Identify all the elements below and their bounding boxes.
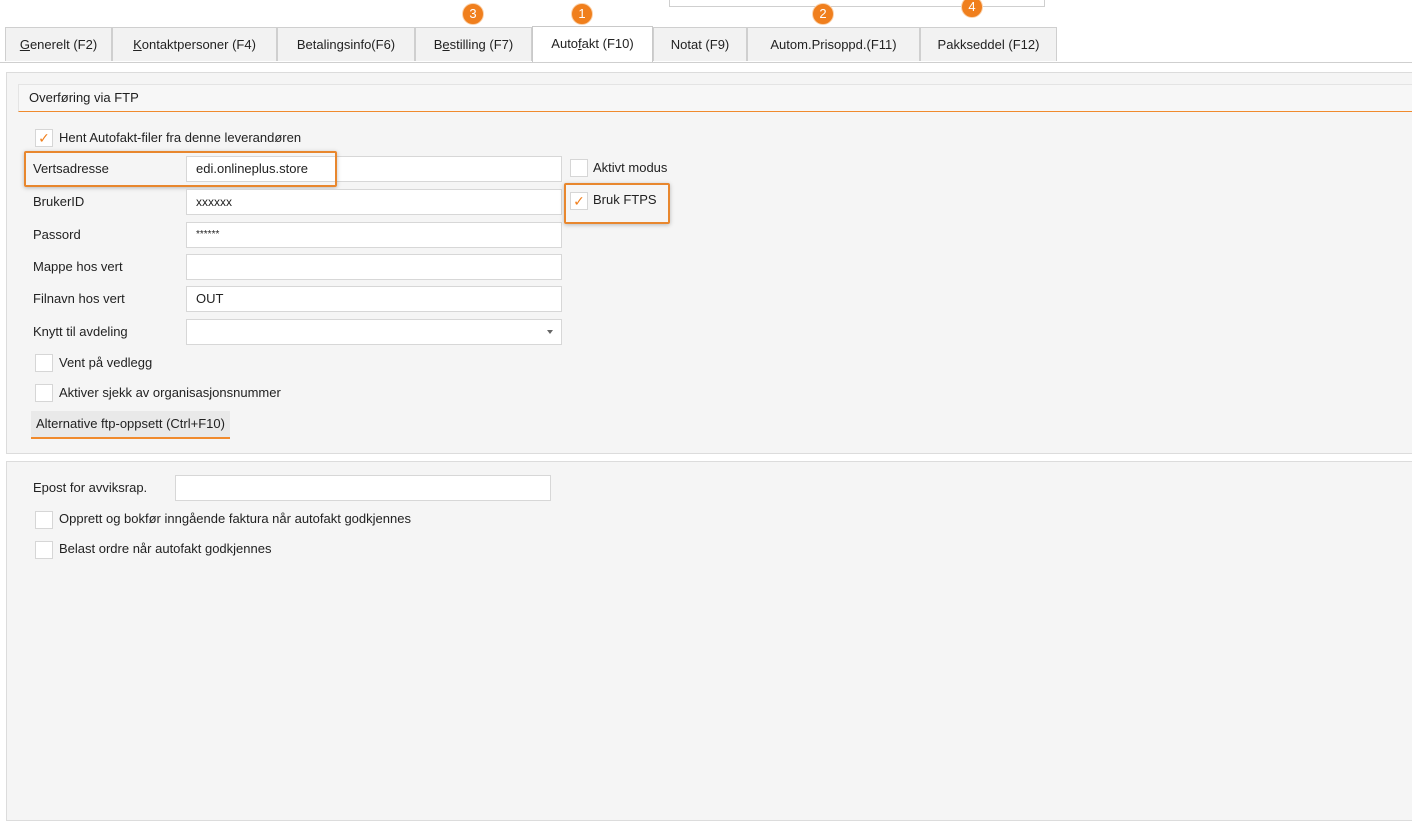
charge-order-label: Belast ordre når autofakt godkjennes	[59, 541, 272, 556]
chevron-down-icon[interactable]	[547, 330, 553, 334]
wait-attachment-checkbox[interactable]	[35, 354, 53, 372]
tab-autom-prisoppd[interactable]: Autom.Prisoppd.(F11)	[747, 27, 920, 61]
password-mask: ******	[196, 229, 220, 240]
fetch-autofakt-label: Hent Autofakt-filer fra denne leverandør…	[59, 130, 302, 145]
email-field[interactable]	[175, 475, 551, 501]
tab-notat[interactable]: Notat (F9)	[653, 27, 747, 61]
filename-field[interactable]: OUT	[186, 286, 562, 312]
tab-kontaktpersoner[interactable]: Kontaktpersoner (F4)	[112, 27, 277, 61]
create-invoice-label: Opprett og bokfør inngående faktura når …	[59, 511, 411, 526]
fetch-autofakt-checkbox[interactable]: ✓	[35, 129, 53, 147]
callout-badge-4: 4	[961, 0, 983, 18]
callout-badge-3: 3	[462, 3, 484, 25]
ftp-section-title: Overføring via FTP	[29, 90, 139, 105]
charge-order-checkbox[interactable]	[35, 541, 53, 559]
tab-betalingsinfo[interactable]: Betalingsinfo(F6)	[277, 27, 415, 61]
org-check-checkbox[interactable]	[35, 384, 53, 402]
active-mode-label: Aktivt modus	[593, 160, 668, 175]
truncated-top-input[interactable]	[669, 0, 1045, 7]
org-check-label: Aktiver sjekk av organisasjonsnummer	[59, 385, 281, 400]
host-highlight-frame	[24, 151, 337, 187]
create-invoice-checkbox[interactable]	[35, 511, 53, 529]
tab-strip: Generelt (F2) Kontaktpersoner (F4) Betal…	[0, 26, 1412, 63]
user-field[interactable]: xxxxxx	[186, 189, 562, 215]
tab-generelt[interactable]: Generelt (F2)	[5, 27, 112, 61]
email-label: Epost for avviksrap.	[33, 480, 148, 495]
department-label: Knytt til avdeling	[33, 324, 128, 339]
active-mode-checkbox[interactable]	[570, 159, 588, 177]
tab-autofakt[interactable]: Autofakt (F10)	[532, 26, 653, 62]
department-select[interactable]	[186, 319, 562, 345]
password-field[interactable]: ******	[186, 222, 562, 248]
folder-label: Mappe hos vert	[33, 259, 123, 274]
tab-bestilling[interactable]: Bestilling (F7)	[415, 27, 532, 61]
checkmark-icon: ✓	[38, 130, 50, 146]
user-label: BrukerID	[33, 194, 85, 209]
tab-divider	[0, 62, 1412, 63]
alternative-ftp-setup-button[interactable]: Alternative ftp-oppsett (Ctrl+F10)	[31, 411, 230, 439]
folder-field[interactable]	[186, 254, 562, 280]
callout-badge-1: 1	[571, 3, 593, 25]
tab-pakkseddel[interactable]: Pakkseddel (F12)	[920, 27, 1057, 61]
ftps-highlight-frame	[564, 183, 670, 224]
truncated-label	[560, 0, 570, 2]
password-label: Passord	[33, 227, 81, 242]
ftp-section-header: Overføring via FTP	[18, 84, 1412, 112]
callout-badge-2: 2	[812, 3, 834, 25]
filename-label: Filnavn hos vert	[33, 291, 125, 306]
wait-attachment-label: Vent på vedlegg	[59, 355, 153, 370]
